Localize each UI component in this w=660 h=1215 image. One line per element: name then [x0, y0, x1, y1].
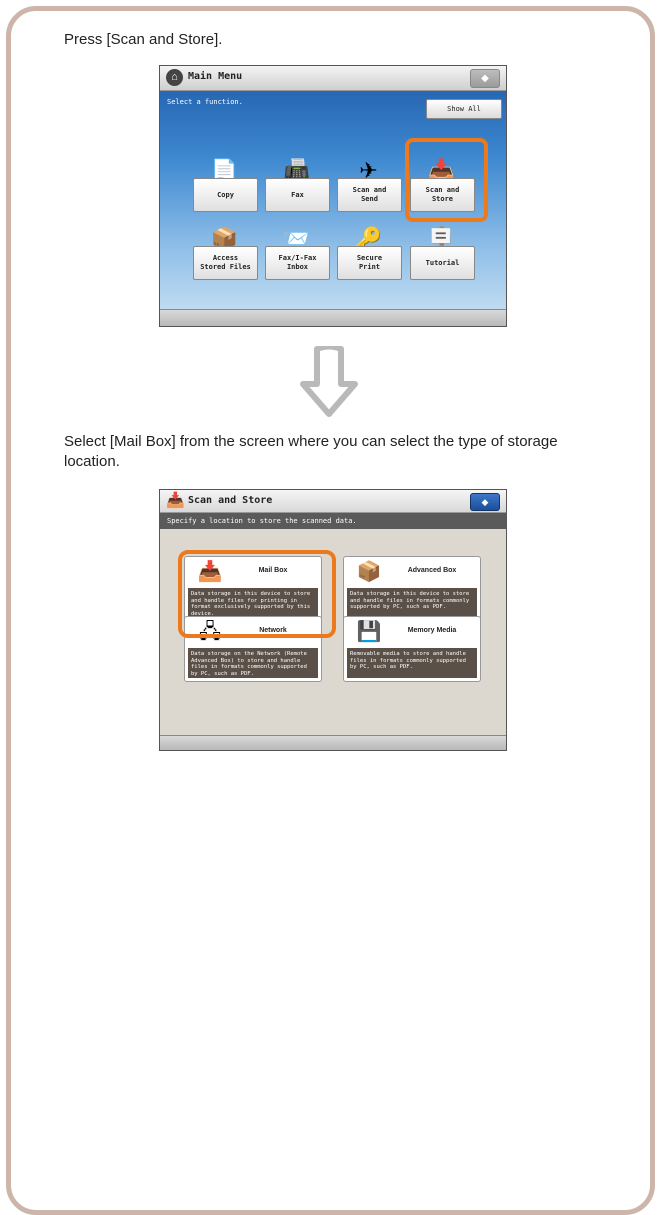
tile-tutorial[interactable]: 🪧 Tutorial [410, 226, 475, 282]
main-menu-title: Main Menu [188, 71, 243, 82]
device-icon: ◆ [481, 73, 489, 84]
network-description: Data storage on the Network (Remote Adva… [188, 648, 318, 678]
scan-store-icon: 📥 [166, 492, 185, 509]
main-menu-titlebar: ⌂ Main Menu ◆ [160, 66, 506, 91]
step1-instruction: Press [Scan and Store]. [64, 31, 223, 48]
scan-store-title: Scan and Store [188, 495, 273, 506]
tile-access-label: Access Stored Files [193, 246, 258, 280]
scan-store-titlebar: 📥 Scan and Store ◆ [160, 490, 506, 513]
main-menu-screen: ⌂ Main Menu ◆ Select a function. Show Al… [159, 65, 507, 327]
scan-store-footer [160, 735, 506, 750]
scan-store-highlight [405, 138, 488, 222]
tile-scan-and-send[interactable]: ✈ Scan and Send [337, 158, 402, 214]
show-all-button[interactable]: Show All [426, 99, 502, 119]
advanced-box-icon: 📦 [356, 561, 382, 583]
tile-copy-label: Copy [193, 178, 258, 212]
tile-secure-print-label: Secure Print [337, 246, 402, 280]
advanced-box-description: Data storage in this device to store and… [347, 588, 477, 618]
down-arrow-icon [300, 346, 358, 417]
memory-media-icon: 💾 [356, 621, 382, 643]
step2-instruction: Select [Mail Box] from the screen where … [64, 433, 558, 470]
tile-fax[interactable]: 📠 Fax [265, 158, 330, 214]
tile-fax-label: Fax [265, 178, 330, 212]
status-monitor-button[interactable]: ◆ [470, 69, 500, 88]
tile-fax-inbox[interactable]: 📨 Fax/I-Fax Inbox [265, 226, 330, 282]
main-menu-footer [160, 309, 506, 326]
tile-scan-send-label: Scan and Send [337, 178, 402, 212]
tile-fax-inbox-label: Fax/I-Fax Inbox [265, 246, 330, 280]
scan-store-subtitle: Specify a location to store the scanned … [160, 513, 506, 529]
memory-media-description: Removable media to store and handle file… [347, 648, 477, 678]
card-advanced-box[interactable]: 📦 Advanced Box Data storage in this devi… [343, 556, 481, 622]
status-monitor-button[interactable]: ◆ [470, 493, 500, 511]
card-memory-media[interactable]: 💾 Memory Media Removable media to store … [343, 616, 481, 682]
memory-media-label: Memory Media [407, 627, 457, 634]
tile-tutorial-label: Tutorial [410, 246, 475, 280]
home-icon[interactable]: ⌂ [166, 69, 183, 86]
device-icon: ◆ [481, 497, 489, 507]
tile-copy[interactable]: 📄 Copy [193, 158, 258, 214]
mail-box-highlight [178, 550, 336, 638]
main-menu-subtitle: Select a function. [167, 98, 243, 106]
tile-secure-print[interactable]: 🔑 Secure Print [337, 226, 402, 282]
advanced-box-label: Advanced Box [407, 567, 457, 574]
tile-access-stored-files[interactable]: 📦 Access Stored Files [193, 226, 258, 282]
